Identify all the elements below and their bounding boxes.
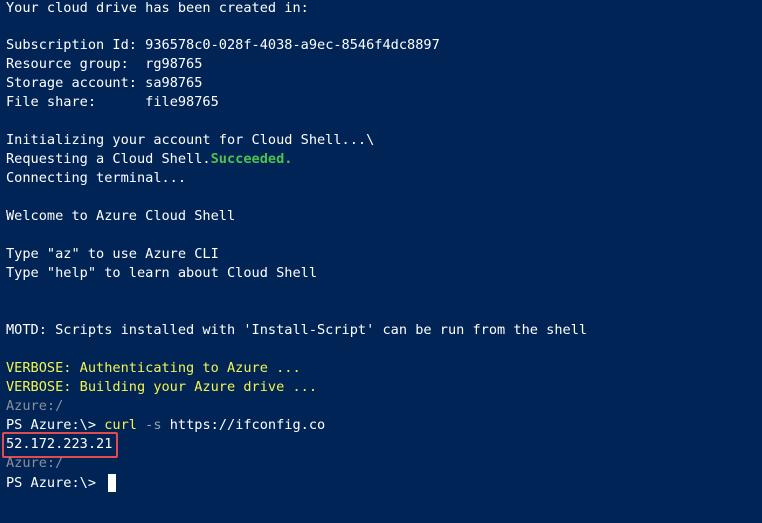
text-cursor — [108, 474, 117, 492]
resource-group-line: Resource group: rg98765 — [6, 55, 202, 74]
file-share-line: File share: file98765 — [6, 93, 219, 112]
requesting-text: Requesting a Cloud Shell. — [6, 151, 211, 167]
prompt-2: PS Azure:\> — [6, 475, 105, 491]
motd-line: MOTD: Scripts installed with 'Install-Sc… — [6, 322, 588, 338]
prompt-1: PS Azure:\> — [6, 417, 105, 433]
type-help-line: Type "help" to learn about Cloud Shell — [6, 265, 317, 281]
storage-account-value: sa98765 — [145, 75, 203, 91]
azure-path-line-1: Azure:/ — [6, 398, 64, 414]
welcome-line: Welcome to Azure Cloud Shell — [6, 208, 236, 224]
command-argument: https://ifconfig.co — [169, 417, 326, 433]
storage-account-line: Storage account: sa98765 — [6, 74, 202, 93]
resource-group-value: rg98765 — [145, 56, 203, 72]
initializing-line: Initializing your account for Cloud Shel… — [6, 132, 375, 148]
azure-path-line-2: Azure:/ — [6, 455, 64, 471]
command-name: curl — [104, 417, 137, 433]
cloud-shell-terminal[interactable]: Your cloud drive has been created in: Su… — [0, 0, 762, 523]
subscription-id-value: 936578c0-028f-4038-a9ec-8546f4dc8897 — [145, 37, 440, 53]
subscription-id-line: Subscription Id: 936578c0-028f-4038-a9ec… — [6, 36, 440, 55]
connecting-line: Connecting terminal... — [6, 170, 187, 186]
verbose-build-line: VERBOSE: Building your Azure drive ... — [6, 379, 317, 395]
current-prompt-line[interactable]: PS Azure:\> — [6, 474, 117, 493]
subscription-id-label: Subscription Id: — [6, 37, 146, 53]
storage-account-label: Storage account: — [6, 75, 146, 91]
command-flag: -s — [136, 417, 170, 433]
file-share-label: File share: — [6, 94, 146, 110]
requesting-line: Requesting a Cloud Shell.Succeeded. — [6, 150, 292, 169]
succeeded-status: Succeeded. — [210, 151, 293, 167]
file-share-value: file98765 — [145, 94, 219, 110]
resource-group-label: Resource group: — [6, 56, 146, 72]
created-line: Your cloud drive has been created in: — [6, 0, 309, 16]
verbose-auth-line: VERBOSE: Authenticating to Azure ... — [6, 360, 301, 376]
type-az-line: Type "az" to use Azure CLI — [6, 246, 219, 262]
